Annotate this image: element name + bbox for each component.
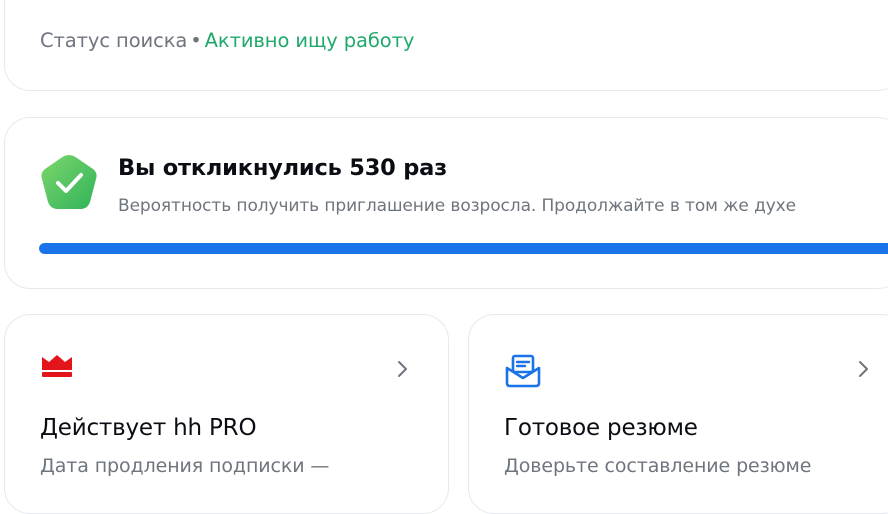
crown-icon xyxy=(42,355,72,377)
status-separator: • xyxy=(190,29,202,52)
hh-pro-title: Действует hh PRO xyxy=(40,415,257,441)
status-value-link[interactable]: Активно ищу работу xyxy=(205,29,415,52)
job-search-status-card[interactable]: Статус поиска • Активно ищу работу xyxy=(4,0,888,91)
chevron-right-icon[interactable] xyxy=(857,359,871,379)
chevron-right-icon[interactable] xyxy=(396,359,410,379)
responses-subtitle: Вероятность получить приглашение возросл… xyxy=(118,196,796,216)
hh-pro-card[interactable]: Действует hh PRO Дата продления подписки… xyxy=(4,314,449,514)
status-label: Статус поиска xyxy=(40,29,188,52)
ready-resume-title: Готовое резюме xyxy=(504,415,698,441)
responses-card: Вы откликнулись 530 раз Вероятность полу… xyxy=(4,117,888,289)
responses-title: Вы откликнулись 530 раз xyxy=(118,155,448,181)
job-search-status: Статус поиска • Активно ищу работу xyxy=(40,29,414,52)
ready-resume-card[interactable]: Готовое резюме Доверьте составление резю… xyxy=(468,314,888,514)
hh-pro-subtitle: Дата продления подписки — xyxy=(40,455,330,477)
ready-resume-subtitle: Доверьте составление резюме xyxy=(504,455,812,477)
responses-progress-bar xyxy=(39,243,888,254)
mail-envelope-icon xyxy=(505,354,541,388)
responses-progress-fill xyxy=(39,243,888,254)
check-shield-icon xyxy=(41,155,97,209)
